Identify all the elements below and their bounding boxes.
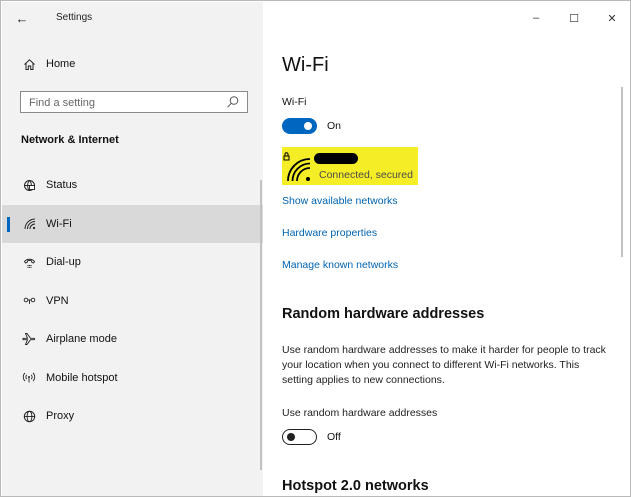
sidebar-item-dialup[interactable]: Dial-up	[2, 243, 263, 282]
minimize-icon: –	[532, 12, 540, 24]
sidebar-item-label: Status	[46, 179, 78, 192]
search-icon[interactable]	[226, 95, 240, 109]
random-hw-toggle[interactable]	[282, 429, 317, 445]
wifi-toggle-label: Wi-Fi	[282, 96, 307, 108]
section-title: Network & Internet	[21, 134, 119, 146]
vpn-icon	[21, 293, 37, 309]
sidebar-item-label: Wi-Fi	[46, 217, 72, 230]
random-hw-heading: Random hardware addresses	[282, 306, 485, 322]
sidebar-item-label: VPN	[46, 294, 69, 307]
maximize-icon: ☐	[569, 12, 579, 25]
random-hw-setting-label: Use random hardware addresses	[282, 407, 438, 419]
page-title: Wi-Fi	[282, 54, 329, 76]
show-networks-link[interactable]: Show available networks	[282, 195, 398, 207]
settings-window: ← Settings Home Network & Internet Statu…	[0, 0, 631, 497]
sidebar-item-label: Airplane mode	[46, 333, 117, 346]
content-scrollbar[interactable]	[621, 87, 623, 257]
manage-networks-link[interactable]: Manage known networks	[282, 259, 398, 271]
globe-icon	[21, 408, 37, 424]
network-status: Connected, secured	[319, 169, 413, 181]
back-arrow-icon: ←	[15, 10, 29, 26]
network-name-redacted	[314, 153, 358, 164]
sidebar-item-vpn[interactable]: VPN	[2, 282, 263, 321]
sidebar-item-proxy[interactable]: Proxy	[2, 397, 263, 436]
wifi-secured-icon	[282, 151, 312, 182]
main-content: – ☐ ✕ Wi-Fi Wi-Fi On Connected, secured …	[263, 2, 630, 496]
sidebar-item-wifi[interactable]: Wi-Fi	[2, 204, 263, 243]
home-icon	[21, 56, 37, 72]
maximize-button[interactable]: ☐	[555, 2, 593, 34]
sidebar-item-airplane[interactable]: Airplane mode	[2, 320, 263, 359]
sidebar-scrollbar[interactable]	[260, 180, 262, 470]
sidebar-item-label: Dial-up	[46, 256, 81, 269]
nav-home[interactable]: Home	[2, 49, 263, 79]
random-hw-description: Use random hardware addresses to make it…	[282, 344, 606, 386]
back-button[interactable]: ←	[12, 8, 32, 28]
sidebar-item-label: Proxy	[46, 410, 75, 423]
minimize-button[interactable]: –	[517, 2, 555, 34]
hotspot-icon	[21, 370, 37, 386]
airplane-icon	[21, 331, 37, 347]
search-input[interactable]	[29, 95, 219, 110]
sidebar: ← Settings Home Network & Internet Statu…	[2, 2, 263, 496]
toggle-knob	[304, 122, 312, 130]
dialup-icon	[21, 254, 37, 270]
window-controls: – ☐ ✕	[517, 2, 630, 34]
random-hw-toggle-state: Off	[327, 431, 341, 443]
hardware-properties-link[interactable]: Hardware properties	[282, 227, 377, 239]
close-button[interactable]: ✕	[593, 2, 630, 34]
home-label: Home	[46, 58, 76, 70]
nav-list: Status Wi-Fi Dial-up VPN Airplane mode M…	[2, 166, 263, 436]
sidebar-item-label: Mobile hotspot	[46, 371, 118, 384]
globe-status-icon	[21, 177, 37, 193]
sidebar-item-hotspot[interactable]: Mobile hotspot	[2, 359, 263, 398]
wifi-icon	[21, 216, 37, 232]
sidebar-item-status[interactable]: Status	[2, 166, 263, 205]
close-icon: ✕	[607, 12, 617, 25]
hotspot-heading: Hotspot 2.0 networks	[282, 478, 429, 494]
toggle-knob	[287, 432, 295, 441]
selection-indicator	[7, 216, 10, 232]
window-title: Settings	[56, 12, 93, 23]
connected-network[interactable]: Connected, secured	[282, 147, 418, 185]
search-box[interactable]	[20, 91, 248, 113]
wifi-toggle[interactable]	[282, 118, 317, 134]
title-bar: ← Settings	[2, 2, 263, 34]
wifi-toggle-state: On	[327, 120, 342, 132]
